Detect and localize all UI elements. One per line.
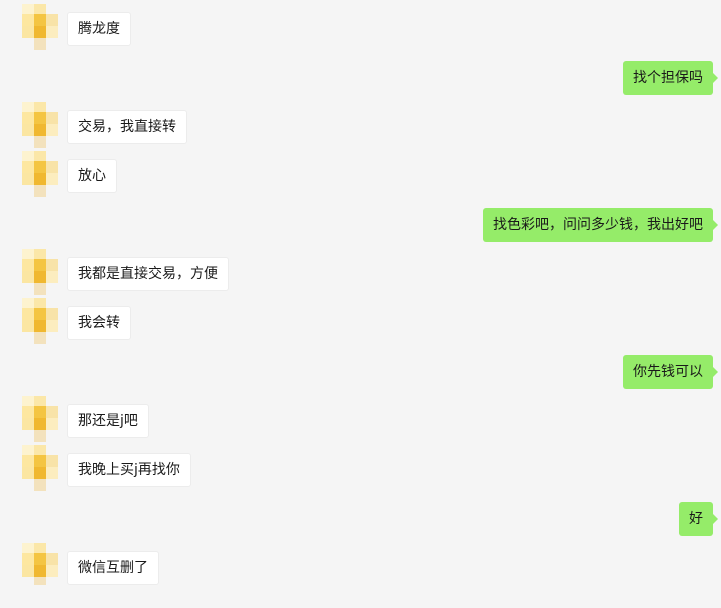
message-row: 放心 (0, 151, 721, 197)
incoming-message-bubble[interactable]: 我都是直接交易，方便 (67, 257, 229, 291)
message-row: 找个担保吗 (0, 61, 721, 95)
outgoing-message-bubble[interactable]: 你先钱可以 (623, 355, 718, 389)
outgoing-message-bubble[interactable]: 找个担保吗 (623, 61, 718, 95)
incoming-message-bubble[interactable]: 那还是j吧 (67, 404, 149, 438)
message-row: 腾龙度 (0, 4, 721, 50)
contact-avatar[interactable] (22, 4, 58, 54)
message-row: 我晚上买j再找你 (0, 445, 721, 491)
contact-avatar[interactable] (22, 543, 58, 593)
message-row: 交易，我直接转 (0, 102, 721, 148)
outgoing-message-bubble[interactable]: 找色彩吧，问问多少钱，我出好吧 (483, 208, 718, 242)
message-row: 找色彩吧，问问多少钱，我出好吧 (0, 208, 721, 242)
incoming-message-bubble[interactable]: 腾龙度 (67, 12, 131, 46)
chat-window: 腾龙度 找个担保吗 交易，我直接转 放心 找色彩吧，问问多少钱，我出好吧 我都是… (0, 0, 721, 608)
message-row: 微信互删了 (0, 543, 721, 585)
message-row: 我都是直接交易，方便 (0, 249, 721, 295)
contact-avatar[interactable] (22, 298, 58, 348)
message-row: 你先钱可以 (0, 355, 721, 389)
message-row: 好 (0, 502, 721, 536)
incoming-message-bubble[interactable]: 我晚上买j再找你 (67, 453, 191, 487)
message-row: 我会转 (0, 298, 721, 344)
incoming-message-bubble[interactable]: 交易，我直接转 (67, 110, 187, 144)
outgoing-message-bubble[interactable]: 好 (679, 502, 718, 536)
contact-avatar[interactable] (22, 151, 58, 201)
message-row: 那还是j吧 (0, 396, 721, 442)
contact-avatar[interactable] (22, 102, 58, 152)
contact-avatar[interactable] (22, 396, 58, 446)
incoming-message-bubble[interactable]: 我会转 (67, 306, 131, 340)
contact-avatar[interactable] (22, 445, 58, 495)
incoming-message-bubble[interactable]: 微信互删了 (67, 551, 159, 585)
incoming-message-bubble[interactable]: 放心 (67, 159, 117, 193)
contact-avatar[interactable] (22, 249, 58, 299)
